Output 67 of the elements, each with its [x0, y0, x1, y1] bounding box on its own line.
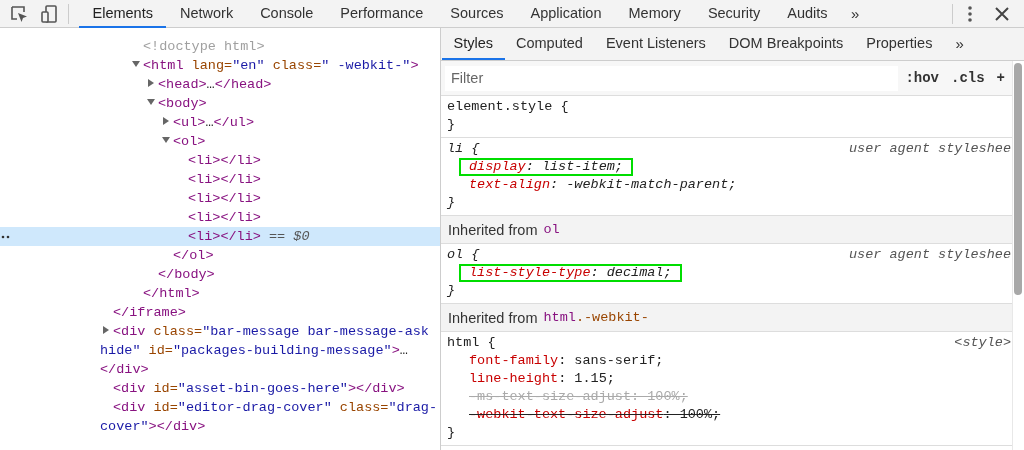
dom-node-line[interactable]: <ol> — [0, 132, 440, 151]
inherited-label: Inherited from — [448, 221, 538, 238]
triangle-icon[interactable] — [162, 117, 170, 125]
css-property[interactable]: font-family: sans-serif; — [459, 352, 674, 370]
ellipsis-icon[interactable] — [1, 235, 11, 239]
triangle-icon[interactable] — [162, 136, 170, 144]
rule-selector: html { — [447, 334, 496, 352]
rule-source[interactable]: user agent styleshee — [848, 246, 1011, 264]
rule-selector: li { — [447, 140, 480, 158]
rule-selector: element.style { — [447, 98, 569, 116]
panel-tab[interactable]: Console — [246, 0, 327, 28]
closing-brace: } — [447, 116, 456, 134]
dom-node-line[interactable]: <head>…</head> — [0, 75, 440, 94]
panel-tab[interactable]: Memory — [615, 0, 695, 28]
inherited-selector[interactable]: html.-webkit- — [543, 310, 649, 325]
rule-source[interactable]: <style> — [954, 334, 1011, 352]
inspect-icon[interactable] — [9, 3, 29, 24]
triangle-icon[interactable] — [132, 60, 140, 68]
triangle-icon[interactable] — [147, 98, 155, 106]
panel-tab[interactable]: Sources — [436, 0, 518, 28]
css-property[interactable]: display: list-item; — [459, 158, 633, 176]
sidebar-tab[interactable]: Event Listeners — [594, 28, 718, 60]
dom-node-line[interactable]: <li></li> — [0, 151, 440, 170]
scrollbar-thumb[interactable] — [1014, 63, 1022, 295]
more-tabs-button[interactable]: » — [943, 28, 976, 60]
dom-node-line[interactable]: </ol> — [0, 246, 440, 265]
device-icon[interactable] — [39, 3, 59, 24]
dom-node-line[interactable]: <div id="asset-bin-goes-here"></div> — [0, 379, 440, 398]
close-icon[interactable] — [994, 5, 1010, 22]
panel-tab[interactable]: Security — [694, 0, 774, 28]
dom-node-line[interactable]: <body> — [0, 94, 440, 113]
sidebar-tab[interactable]: Computed — [504, 28, 595, 60]
panel-tab[interactable]: Performance — [326, 0, 437, 28]
rule-source[interactable]: user agent styleshee — [848, 140, 1011, 158]
dom-node-line[interactable]: <li></li> — [0, 208, 440, 227]
rule-selector: ol { — [447, 246, 480, 264]
dom-node-line[interactable]: <ul>…</ul> — [0, 113, 440, 132]
panel-tab[interactable]: Application — [517, 0, 615, 28]
triangle-icon[interactable] — [102, 326, 110, 334]
panel-tab[interactable]: Elements — [79, 0, 167, 28]
css-property[interactable]: -webkit-text-size-adjust: 100%; — [459, 406, 731, 424]
triangle-icon[interactable] — [147, 79, 155, 87]
dom-node-line[interactable]: <li></li> — [0, 170, 440, 189]
panel-tab[interactable]: Network — [166, 0, 247, 28]
sidebar-tab[interactable]: Properties — [854, 28, 944, 60]
closing-brace: } — [447, 424, 456, 442]
dom-node-line[interactable]: <li></li> — [0, 189, 440, 208]
dom-node-line[interactable]: </html> — [0, 284, 440, 303]
inherited-label: Inherited from — [448, 309, 538, 326]
filter-field[interactable]: Filter — [445, 65, 899, 91]
style-toggle-button[interactable]: + — [991, 70, 1010, 86]
css-property[interactable]: list-style-type: decimal; — [459, 264, 682, 282]
dom-node-line[interactable]: <div class="bar-message bar-message-ask hide" id="packages-building-message">… </div> — [0, 322, 440, 379]
dom-node-line[interactable]: <div id="editor-drag-cover" class="drag-cover"></div> — [0, 398, 440, 436]
inherited-selector[interactable]: ol — [543, 222, 560, 237]
css-property[interactable]: line-height: 1.15; — [459, 370, 625, 388]
more-tabs-button[interactable]: » — [841, 0, 870, 28]
closing-brace: } — [447, 194, 456, 212]
dom-node-line[interactable]: </iframe> — [0, 303, 440, 322]
style-toggle-button[interactable]: .cls — [946, 70, 990, 86]
closing-brace: } — [447, 282, 456, 300]
panel-tab[interactable]: Audits — [773, 0, 842, 28]
css-property[interactable]: text-align: -webkit-match-parent; — [459, 176, 747, 194]
dom-node-line[interactable]: <html lang="en" class=" -webkit-"> — [0, 56, 440, 75]
style-toggle-button[interactable]: :hov — [900, 70, 944, 86]
sidebar-tab[interactable]: DOM Breakpoints — [717, 28, 855, 60]
dom-node-line[interactable]: </body> — [0, 265, 440, 284]
